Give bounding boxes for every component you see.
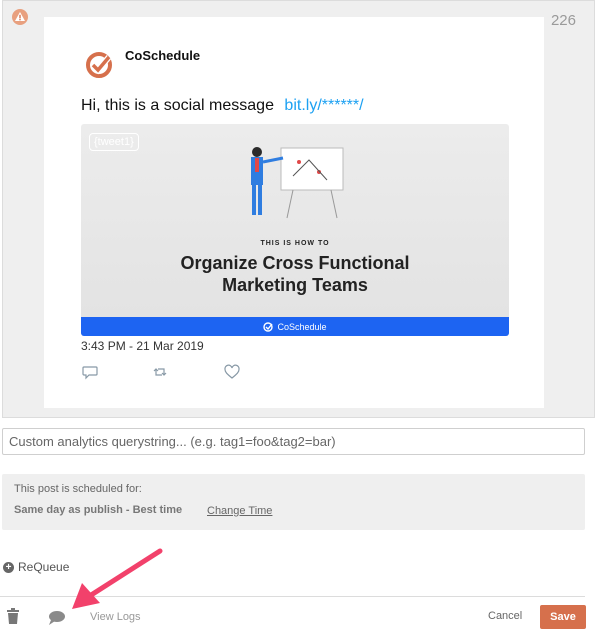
retweet-icon[interactable]: [152, 364, 168, 380]
save-button[interactable]: Save: [540, 605, 586, 629]
annotation-arrow-icon: [72, 548, 163, 609]
media-kicker: THIS IS HOW TO: [260, 240, 330, 247]
analytics-querystring-input[interactable]: [2, 428, 585, 455]
media-headline: Organize Cross Functional Marketing Team…: [81, 252, 509, 296]
media-footer-brand: CoSchedule: [277, 321, 327, 332]
cancel-button[interactable]: Cancel: [482, 606, 528, 626]
plus-icon: +: [3, 561, 14, 573]
tweet-media-image: {tweet1} THIS IS HOW TO Organize Cross F…: [81, 124, 509, 336]
tweet-tag-badge: {tweet1}: [89, 133, 139, 151]
post-preview-panel: 226 CoSchedule Hi, this is a social mess…: [2, 0, 595, 418]
schedule-label: This post is scheduled for:: [14, 483, 142, 495]
tweet-preview-card: CoSchedule Hi, this is a social message …: [44, 17, 544, 408]
schedule-value: Same day as publish - Best time: [14, 504, 183, 516]
coschedule-small-logo-icon: [263, 321, 274, 332]
schedule-info-box: This post is scheduled for: Same day as …: [2, 474, 585, 530]
warning-icon[interactable]: [11, 8, 29, 26]
brand-name: CoSchedule: [125, 48, 201, 63]
coschedule-logo-icon: [86, 52, 112, 78]
tweet-timestamp: 3:43 PM - 21 Mar 2019: [81, 339, 204, 353]
trash-icon[interactable]: [6, 608, 20, 624]
message-link[interactable]: bit.ly/******/: [284, 97, 363, 114]
presenter-illustration: [251, 147, 344, 219]
like-icon[interactable]: [224, 364, 240, 380]
social-message: Hi, this is a social message bit.ly/****…: [81, 97, 364, 115]
media-footer-bar: CoSchedule: [81, 317, 509, 336]
media-headline-line-2: Marketing Teams: [222, 275, 368, 295]
change-time-link[interactable]: Change Time: [207, 505, 272, 517]
media-headline-line-1: Organize Cross Functional: [180, 253, 410, 273]
message-text: Hi, this is a social message: [81, 97, 274, 114]
reply-icon[interactable]: [82, 364, 98, 380]
character-count: 226: [550, 12, 576, 29]
